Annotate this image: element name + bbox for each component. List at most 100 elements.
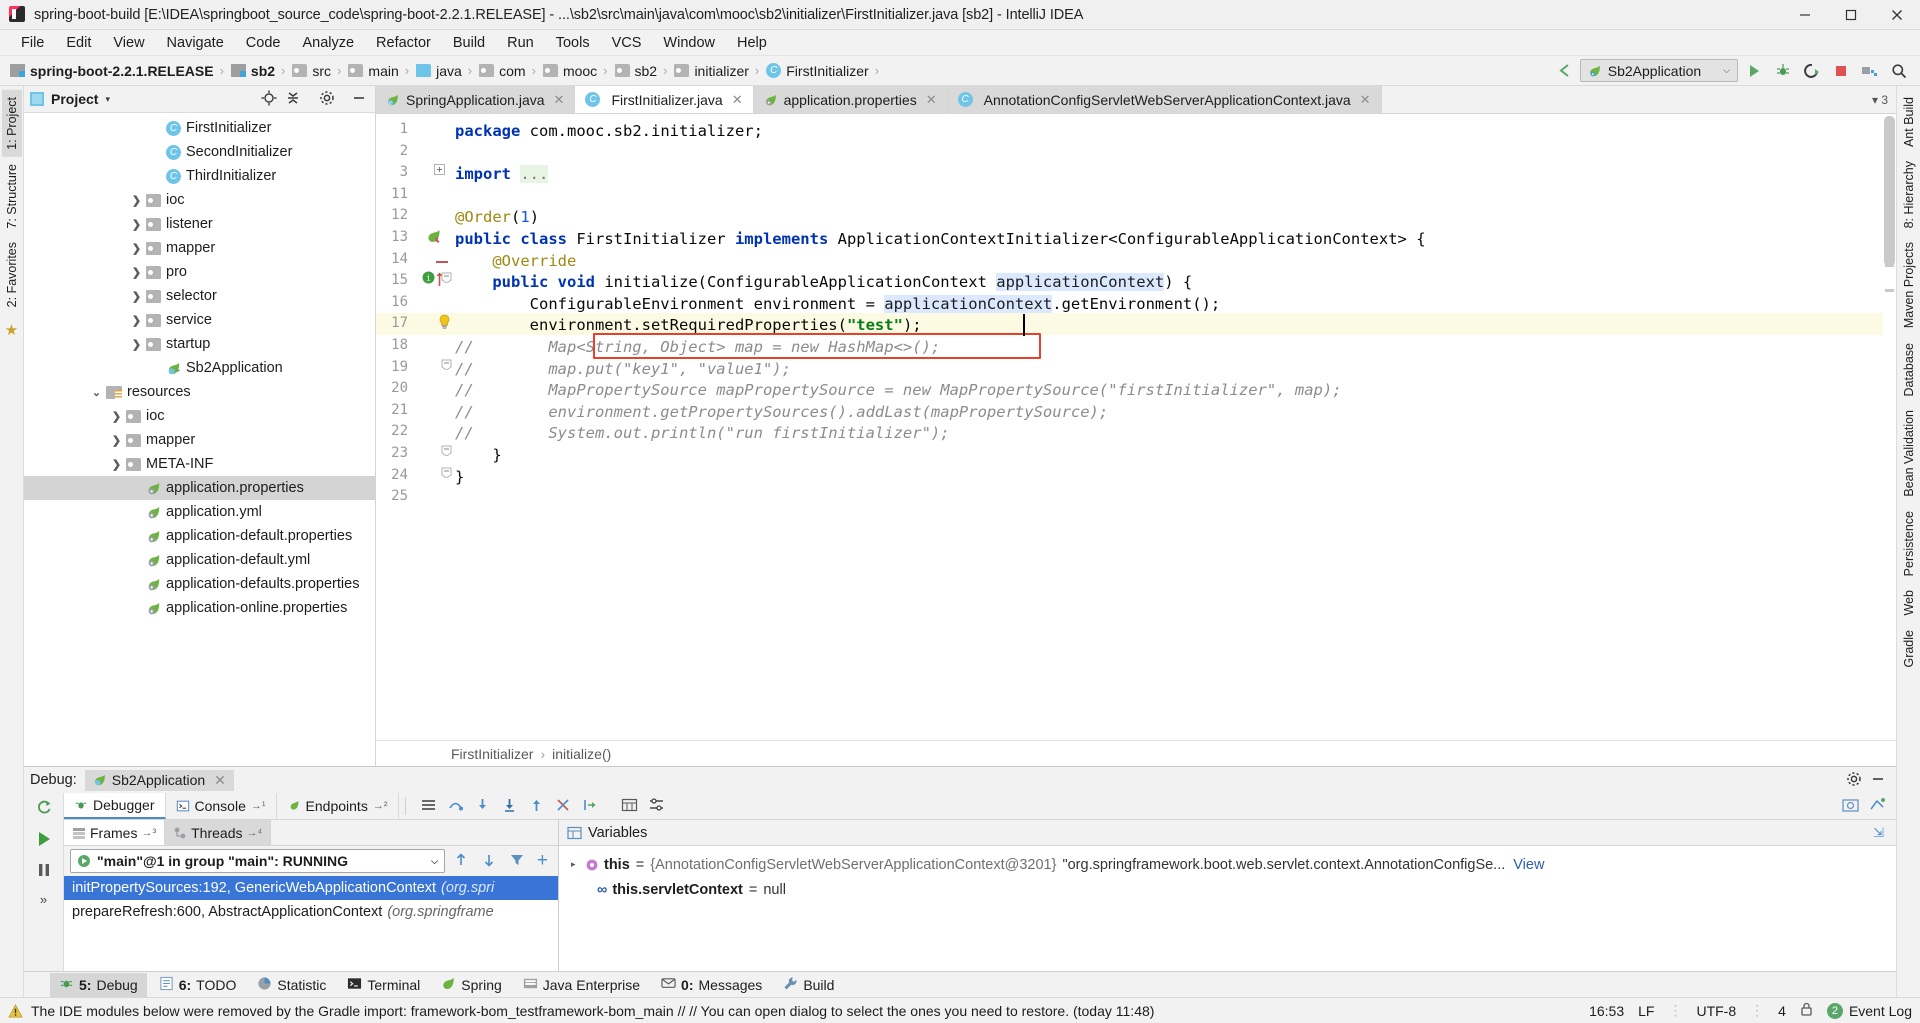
tree-item-application-properties[interactable]: application.properties [24,476,375,500]
status-indent[interactable]: 4 [1778,1003,1786,1019]
editor-gutter[interactable]: 1 2 3 11 12 13 14 15 16 17 18 19 20 21 22 23 24 25 i [376,114,452,740]
expand-arrow-icon[interactable]: ⌄ [90,386,103,399]
frame-row[interactable]: initPropertySources:192, GenericWebAppli… [64,876,558,900]
fold-expand-icon[interactable] [434,163,445,178]
run-with-coverage-icon[interactable] [1798,58,1825,83]
menu-edit[interactable]: Edit [55,32,102,54]
sidebar-item-bean-validation[interactable]: Bean Validation [1899,403,1919,504]
expand-arrow-icon[interactable]: ❯ [110,458,123,471]
lock-icon[interactable] [1800,1002,1813,1020]
bottom-tab-build[interactable]: Build [774,973,843,997]
maximize-button[interactable] [1828,0,1874,30]
tree-item-ioc[interactable]: ❯ ioc [24,404,375,428]
drop-frame-icon[interactable] [555,797,572,816]
tree-item-firstinitializer[interactable]: C FirstInitializer [24,116,375,140]
breadcrumb-src[interactable]: src › [292,63,348,79]
step-into-icon[interactable] [474,797,491,816]
close-icon[interactable]: ✕ [554,92,565,108]
breadcrumb-main[interactable]: main › [348,63,416,79]
tab-springapplication[interactable]: C SpringApplication.java ✕ [376,86,576,113]
expand-arrow-icon[interactable]: ❯ [130,194,143,207]
bottom-tab-messages[interactable]: 0: Messages [652,973,771,997]
tree-item-sb2application[interactable]: Sb2Application [24,356,375,380]
settings-icon[interactable] [319,90,335,109]
step-over-icon[interactable] [447,797,464,816]
hide-panel-icon[interactable] [1870,771,1886,790]
bottom-tab-statistic[interactable]: Statistic [248,973,335,997]
debug-icon[interactable] [1769,58,1796,83]
status-line-separator[interactable]: LF [1638,1003,1654,1019]
expand-arrow-icon[interactable]: ❯ [110,410,123,423]
variable-row-this[interactable]: ▸ this = {AnnotationConfigServletWebServ… [559,852,1896,877]
breadcrumb-class[interactable]: FirstInitializer [451,746,533,762]
menu-help[interactable]: Help [726,32,778,54]
code-line[interactable]: } [455,467,464,489]
menu-refactor[interactable]: Refactor [365,32,442,54]
tab-frames[interactable]: Frames →³ [64,820,166,845]
breadcrumb-sb2-pkg[interactable]: sb2 › [614,63,675,79]
editor-vertical-scrollbar[interactable] [1884,116,1895,266]
sidebar-item-maven-projects[interactable]: Maven Projects [1899,235,1919,335]
code-line[interactable]: @Override [455,251,576,273]
project-tree[interactable]: C FirstInitializer C SecondInitializer C Thir… [24,113,375,766]
breadcrumb-java[interactable]: java › [416,63,479,79]
expand-icon[interactable]: ⇲ [1873,825,1888,841]
spring-bean-gutter-icon[interactable] [426,228,442,247]
close-icon[interactable]: ✕ [926,92,937,108]
help-icon[interactable] [1869,797,1886,815]
code-line[interactable]: ConfigurableEnvironment environment = ap… [455,294,1220,316]
tree-item-application-online-properties[interactable]: application-online.properties [24,596,375,620]
tree-item-ioc[interactable]: ❯ ioc [24,188,375,212]
editor-tabs-overflow[interactable]: ▾ 3 [1872,86,1896,113]
tree-item-application-yml[interactable]: application.yml [24,500,375,524]
settings-icon[interactable] [1846,771,1862,790]
menu-vcs[interactable]: VCS [601,32,653,54]
tree-item-pro[interactable]: ❯ pro [24,260,375,284]
tab-application-properties[interactable]: application.properties ✕ [753,86,948,113]
menu-window[interactable]: Window [652,32,726,54]
chevron-down-icon[interactable]: ⌵ [431,856,438,867]
sidebar-item-persistence[interactable]: Persistence [1899,504,1919,583]
close-icon[interactable]: ✕ [1360,92,1371,108]
expand-triangle-icon[interactable]: ▸ [571,859,585,870]
frame-list[interactable]: initPropertySources:192, GenericWebAppli… [64,876,558,971]
tab-console[interactable]: Console →¹ [166,793,277,819]
search-icon[interactable] [1885,58,1912,83]
breadcrumb-mooc[interactable]: mooc › [542,63,615,79]
resume-icon[interactable] [35,830,53,851]
code-line[interactable]: package com.mooc.sb2.initializer; [455,121,763,143]
tree-item-startup[interactable]: ❯ startup [24,332,375,356]
rerun-icon[interactable] [35,799,53,820]
minimize-button[interactable] [1782,0,1828,30]
menu-tools[interactable]: Tools [545,32,601,54]
tab-annotationconfig[interactable]: C AnnotationConfigServletWebServerApplic… [947,86,1382,113]
status-message[interactable]: The IDE modules below were removed by th… [31,1003,1154,1019]
code-line[interactable]: } [455,445,501,467]
breadcrumb-com[interactable]: com › [479,63,543,79]
down-arrow-icon[interactable] [477,852,501,871]
tree-item-application-default-properties[interactable]: application-default.properties [24,524,375,548]
tree-item-mapper[interactable]: ❯ mapper [24,428,375,452]
change-mark[interactable] [1885,289,1894,292]
menu-analyze[interactable]: Analyze [291,32,365,54]
pause-icon[interactable] [35,861,53,882]
code-line[interactable]: @Order(1) [455,207,539,229]
debug-session-tab[interactable]: Sb2Application ✕ [84,769,234,791]
expand-arrow-icon[interactable]: ❯ [130,338,143,351]
code-line[interactable]: public class FirstInitializer implements… [455,229,1426,251]
tree-item-thirdinitializer[interactable]: C ThirdInitializer [24,164,375,188]
filter-icon[interactable] [505,852,529,871]
view-link[interactable]: View [1513,857,1544,873]
bottom-tool-tabs[interactable]: 5: Debug 6: TODO Statistic Terminal Spring Java… [24,971,1896,997]
stop-icon[interactable] [1827,58,1854,83]
code-area[interactable]: 1 2 3 11 12 13 14 15 16 17 18 19 20 21 22 23 24 25 i packa… [376,114,1896,740]
menu-view[interactable]: View [102,32,155,54]
tab-threads[interactable]: Threads →⁴ [165,820,272,845]
run-icon[interactable] [1740,58,1767,83]
expand-arrow-icon[interactable]: ❯ [130,218,143,231]
sidebar-item-project[interactable]: 1: Project [1,90,22,157]
event-log-button[interactable]: 2 Event Log [1826,1002,1912,1019]
chevron-down-icon[interactable]: ▾ [105,94,110,105]
menu-build[interactable]: Build [442,32,496,54]
implementing-method-icon[interactable]: i [422,271,435,287]
